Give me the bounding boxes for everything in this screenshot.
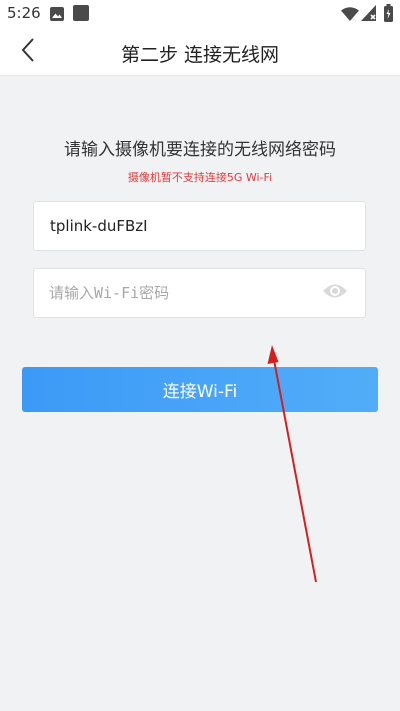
ssid-value: tplink-duFBzI [50,217,148,235]
app-square-icon [73,5,89,25]
status-time: 5:26 [7,4,41,22]
page-title: 第二步 连接无线网 [120,44,280,66]
connect-wifi-button[interactable]: 连接Wi-Fi [22,367,378,412]
annotation-arrow [267,345,317,583]
5g-warning: 摄像机暂不支持连接5G Wi-Fi [127,171,273,184]
show-password-toggle[interactable] [321,282,349,304]
ssid-field[interactable]: tplink-duFBzI [33,201,366,251]
app-header: 第二步 连接无线网 [0,28,400,76]
password-input[interactable] [49,269,319,317]
password-prompt: 请输入摄像机要连接的无线网络密码 [64,140,336,160]
battery-icon [384,4,393,26]
wifi-icon [341,6,359,25]
password-field-container [33,268,366,318]
status-bar: 5:26 [0,0,400,28]
image-icon [50,6,64,25]
signal-icon [361,5,376,25]
eye-icon [322,282,348,304]
